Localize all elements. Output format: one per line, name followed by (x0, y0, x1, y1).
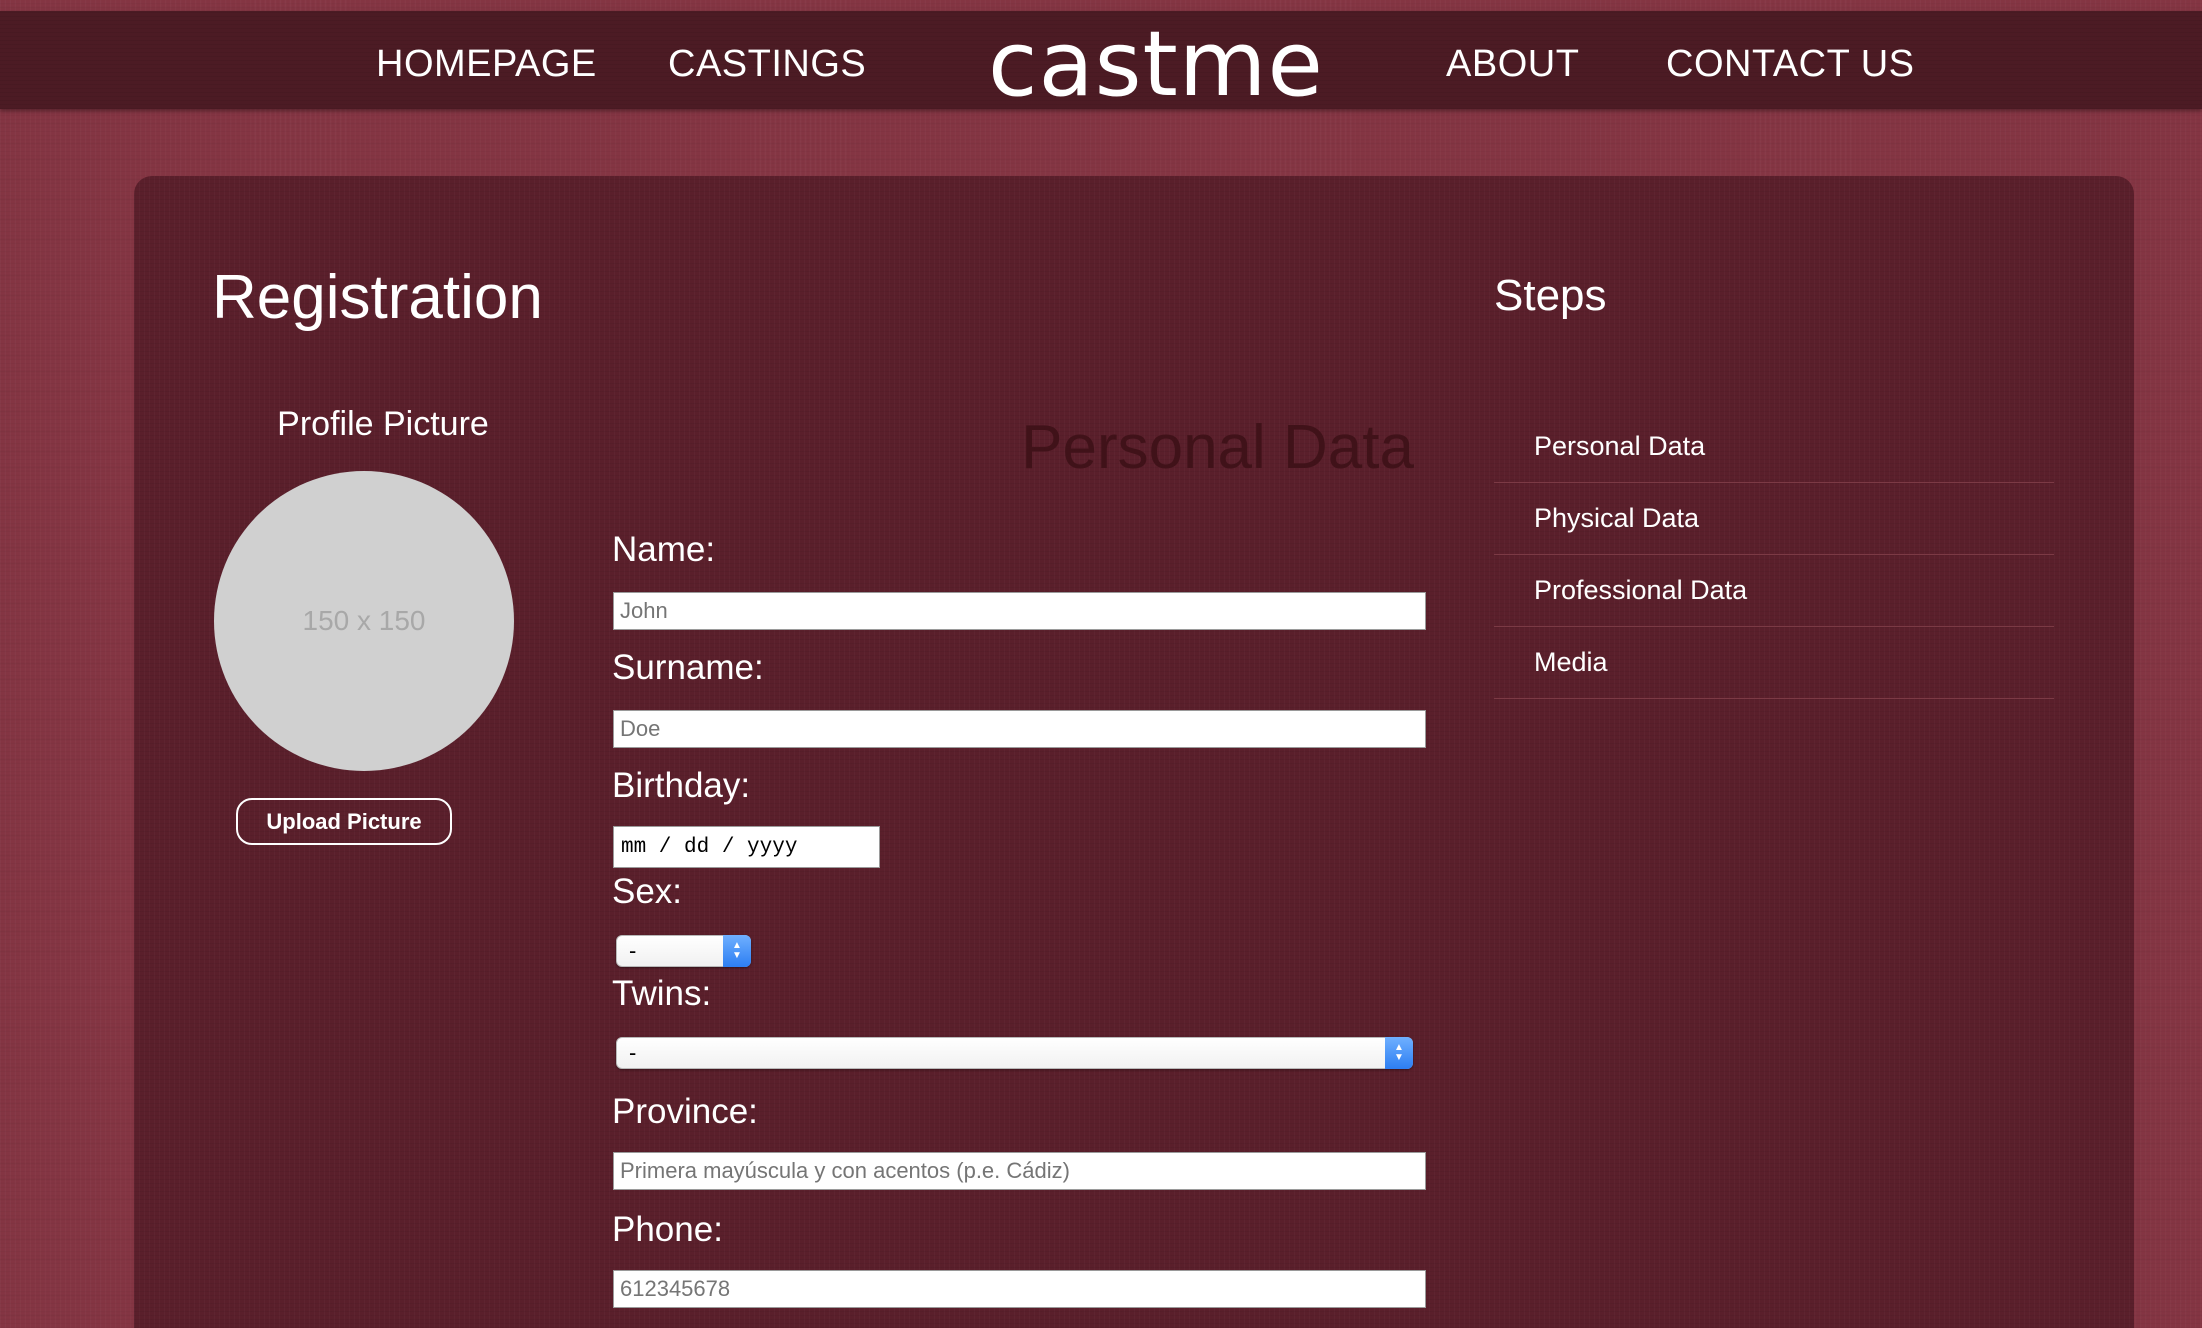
section-title: Personal Data (1021, 413, 1414, 482)
sex-label: Sex: (612, 872, 683, 911)
sex-select[interactable]: - ▲ ▼ (616, 935, 751, 967)
steps-title: Steps (1494, 271, 1607, 320)
sex-select-value: - (629, 938, 637, 963)
nav-contact-link[interactable]: CONTACT US (1666, 41, 1915, 87)
top-nav: HOMEPAGE CASTINGS castme ABOUT CONTACT U… (0, 11, 2202, 113)
step-professional-data[interactable]: Professional Data (1494, 555, 2054, 627)
birthday-label: Birthday: (612, 766, 751, 805)
name-input[interactable] (613, 592, 1426, 630)
page-title: Registration (212, 263, 543, 332)
upload-picture-button[interactable]: Upload Picture (236, 798, 452, 845)
step-physical-data[interactable]: Physical Data (1494, 483, 2054, 555)
province-label: Province: (612, 1092, 758, 1131)
twins-select-value: - (629, 1040, 637, 1065)
profile-picture-title: Profile Picture (277, 405, 489, 443)
province-input[interactable] (613, 1152, 1426, 1190)
surname-label: Surname: (612, 648, 764, 687)
phone-input[interactable] (613, 1270, 1426, 1308)
step-personal-data[interactable]: Personal Data (1494, 411, 2054, 483)
registration-panel: Registration Profile Picture 150 x 150 U… (134, 176, 2134, 1328)
nav-castings-link[interactable]: CASTINGS (668, 41, 866, 87)
surname-input[interactable] (613, 710, 1426, 748)
phone-label: Phone: (612, 1210, 723, 1249)
site-logo[interactable]: castme (988, 17, 1324, 113)
twins-select[interactable]: - ▲ ▼ (616, 1037, 1413, 1069)
twins-label: Twins: (612, 974, 712, 1013)
nav-about-link[interactable]: ABOUT (1446, 41, 1579, 87)
profile-picture-placeholder: 150 x 150 (214, 471, 514, 771)
birthday-input[interactable]: mm / dd / yyyy (613, 826, 880, 868)
name-label: Name: (612, 530, 716, 569)
avatar-placeholder-text: 150 x 150 (302, 605, 426, 636)
select-arrows-icon: ▲ ▼ (723, 935, 751, 967)
step-media[interactable]: Media (1494, 627, 2054, 699)
nav-homepage-link[interactable]: HOMEPAGE (376, 41, 597, 87)
select-arrows-icon: ▲ ▼ (1385, 1037, 1413, 1069)
